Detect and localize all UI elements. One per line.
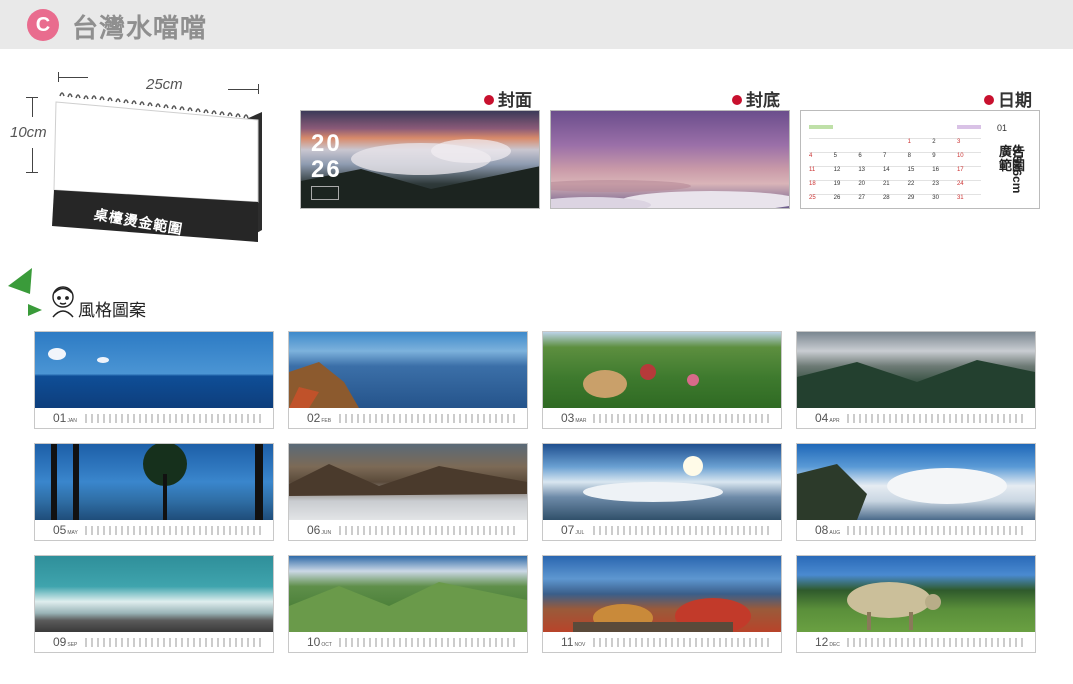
day-strip <box>593 526 773 535</box>
month-label: 11NOV <box>561 635 586 649</box>
day-strip <box>593 638 773 647</box>
calendar-grid: 123 4 5 6 7 8 9 10 11 12 13 14 15 16 17 18 19 20 21 22 23… <box>809 125 981 205</box>
green-flag-icon <box>6 264 46 321</box>
month-label: 01JAN <box>53 411 77 425</box>
month-label: 04APR <box>815 411 840 425</box>
girl-face-icon <box>48 284 78 323</box>
date-label: 日期 <box>984 86 1032 111</box>
month-label: 03MAR <box>561 411 587 425</box>
day-strip <box>339 414 519 423</box>
cover-preview: 20 26 <box>300 110 540 209</box>
month-card-aug: 08AUG <box>796 443 1036 541</box>
date-month-number: 01 <box>997 123 1008 133</box>
dim-line-left <box>58 77 88 78</box>
date-page-preview: 123 4 5 6 7 8 9 10 11 12 13 14 15 16 17 18 19 20 21 22 23… <box>800 110 1040 209</box>
month-image <box>35 444 273 520</box>
cover-logo-box <box>311 186 339 200</box>
day-strip <box>85 638 265 647</box>
height-label: 10cm <box>10 124 47 141</box>
back-cover-label: 封底 <box>732 86 780 111</box>
day-strip <box>339 638 519 647</box>
dim-tick-bottom <box>26 172 38 173</box>
month-card-mar: 03MAR <box>542 331 782 429</box>
month-card-feb: 02FEB <box>288 331 528 429</box>
month-label: 10OCT <box>307 635 332 649</box>
month-card-jun: 06JUN <box>288 443 528 541</box>
day-strip <box>847 526 1027 535</box>
month-image <box>797 332 1035 408</box>
style-section-title: 風格圖案 <box>78 301 146 320</box>
day-strip <box>85 526 265 535</box>
day-strip <box>847 638 1027 647</box>
red-dot-icon <box>732 95 742 105</box>
month-card-apr: 04APR <box>796 331 1036 429</box>
month-image <box>797 444 1035 520</box>
month-card-nov: 11NOV <box>542 555 782 653</box>
month-card-jul: 07JUL <box>542 443 782 541</box>
cover-label: 封面 <box>484 86 532 111</box>
day-strip <box>593 414 773 423</box>
cover-year: 20 26 <box>311 130 342 183</box>
dim-line-bottom <box>32 148 33 172</box>
month-card-sep: 09SEP <box>34 555 274 653</box>
month-label: 06JUN <box>307 523 332 537</box>
month-label: 09SEP <box>53 635 78 649</box>
red-dot-icon <box>984 95 994 105</box>
ad-size-label: 3.5x6cm <box>1010 146 1024 194</box>
month-image <box>543 444 781 520</box>
day-strip <box>847 414 1027 423</box>
day-strip <box>339 526 519 535</box>
section-header: C 台灣水噹噹 <box>0 0 1073 49</box>
month-image <box>289 556 527 632</box>
month-label: 07JUL <box>561 523 585 537</box>
back-cover-preview <box>550 110 790 209</box>
month-image <box>797 556 1035 632</box>
month-label: 05MAY <box>53 523 78 537</box>
month-label: 02FEB <box>307 411 332 425</box>
month-image <box>543 332 781 408</box>
month-image <box>289 332 527 408</box>
month-image <box>35 332 273 408</box>
red-dot-icon <box>484 95 494 105</box>
section-title: 台灣水噹噹 <box>72 13 208 43</box>
section-badge: C <box>27 9 59 41</box>
month-image <box>543 556 781 634</box>
month-card-dec: 12DEC <box>796 555 1036 653</box>
month-card-may: 05MAY <box>34 443 274 541</box>
dim-line-top <box>32 97 33 117</box>
month-image <box>289 444 527 520</box>
day-strip <box>85 414 265 423</box>
month-label: 12DEC <box>815 635 840 649</box>
month-card-oct: 10OCT <box>288 555 528 653</box>
month-label: 08AUG <box>815 523 841 537</box>
month-image <box>35 556 273 632</box>
month-card-jan: 01JAN <box>34 331 274 429</box>
